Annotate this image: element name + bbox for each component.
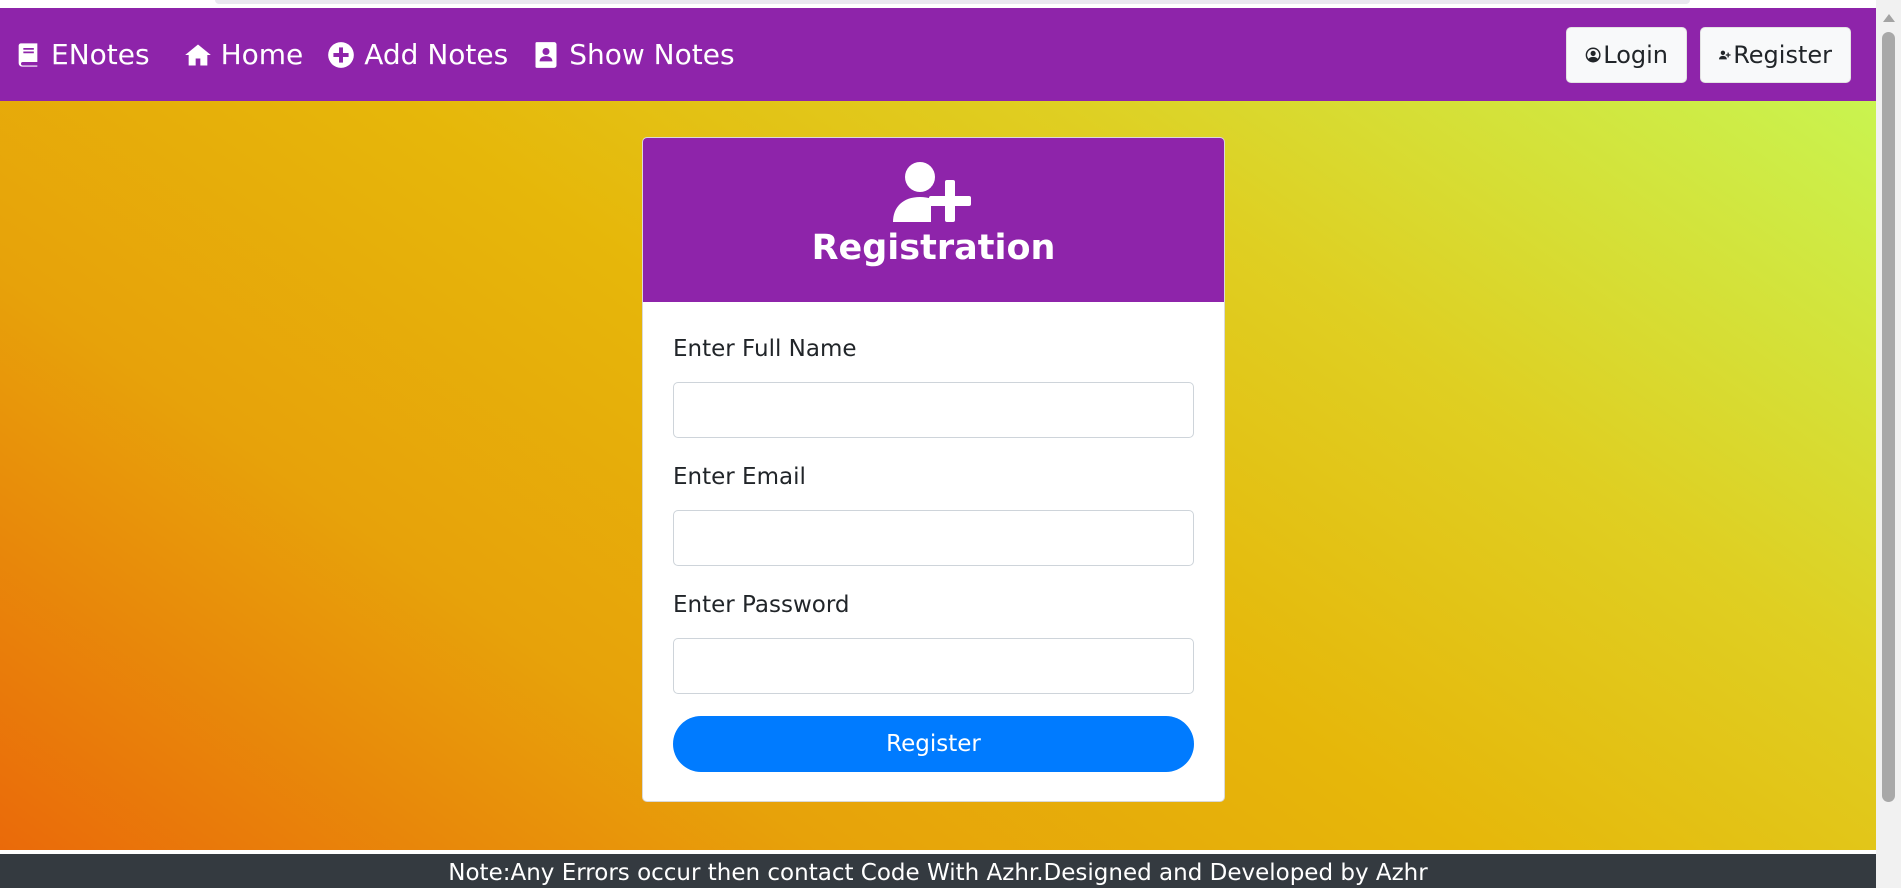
book-icon (18, 42, 38, 67)
nav-auth-buttons: Login Register (1566, 26, 1851, 83)
full-name-label: Enter Full Name (673, 336, 857, 362)
register-submit-button[interactable]: Register (673, 716, 1194, 772)
scroll-up-arrow-icon[interactable] (1883, 14, 1895, 22)
scroll-thumb[interactable] (1882, 32, 1895, 802)
brand-label: ENotes (51, 38, 150, 71)
register-nav-label: Register (1733, 40, 1832, 69)
register-nav-button[interactable]: Register (1700, 26, 1851, 83)
user-plus-icon (893, 162, 971, 224)
card-header: Registration (643, 138, 1224, 302)
email-input[interactable] (673, 510, 1194, 566)
nav-home-label: Home (220, 38, 304, 71)
navbar: ENotes Home Add Notes Show Notes Login R… (0, 8, 1876, 101)
email-label: Enter Email (673, 464, 806, 490)
nav-show-notes-label: Show Notes (569, 38, 735, 71)
footer-text: Note:Any Errors occur then contact Code … (448, 860, 1428, 886)
password-label: Enter Password (673, 592, 850, 618)
full-name-input[interactable] (673, 382, 1194, 438)
browser-top-strip (0, 0, 1876, 8)
page-scrollbar[interactable] (1876, 0, 1901, 888)
login-label: Login (1603, 40, 1668, 69)
address-book-icon (535, 41, 557, 68)
nav-home[interactable]: Home (184, 30, 304, 80)
nav-add-notes-label: Add Notes (364, 38, 509, 71)
nav-show-notes[interactable]: Show Notes (532, 30, 735, 80)
login-button[interactable]: Login (1566, 26, 1687, 83)
plus-circle-icon (328, 41, 355, 68)
home-icon (184, 44, 211, 65)
nav-add-notes[interactable]: Add Notes (327, 30, 508, 80)
user-circle-icon (1585, 47, 1601, 62)
brand-link[interactable]: ENotes (14, 30, 150, 80)
browser-url-bar-edge (215, 0, 1690, 4)
registration-card: Registration Enter Full Name Enter Email… (642, 137, 1225, 802)
password-input[interactable] (673, 638, 1194, 694)
card-title: Registration (811, 228, 1056, 268)
footer: Note:Any Errors occur then contact Code … (0, 850, 1876, 888)
user-plus-icon (1719, 50, 1731, 59)
